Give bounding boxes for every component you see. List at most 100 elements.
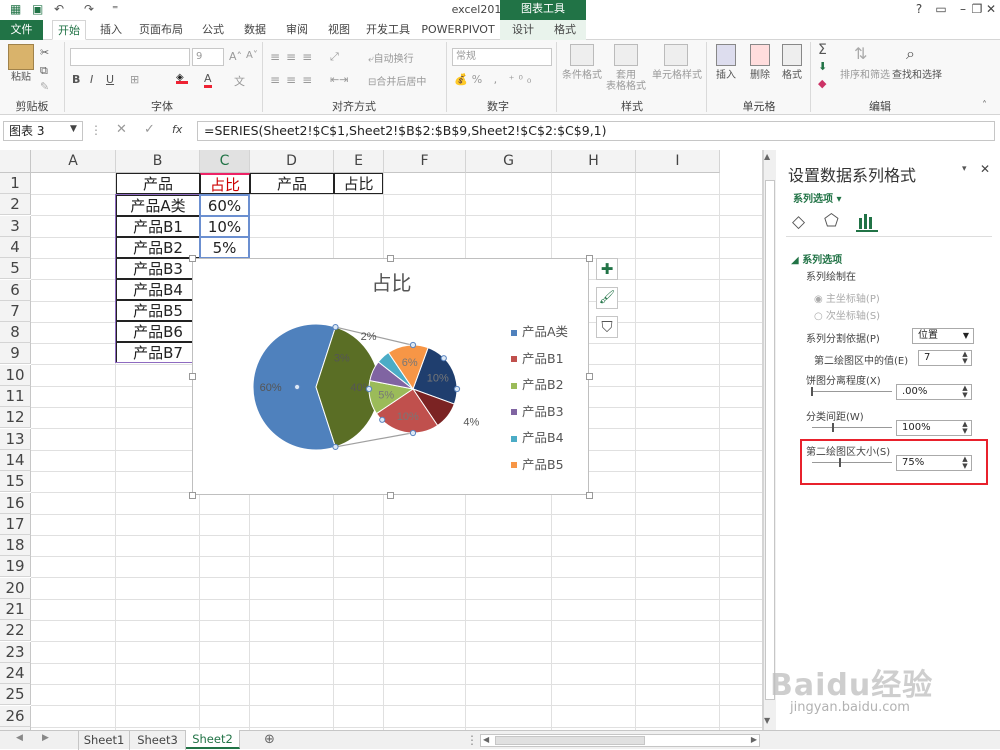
main-pie-data-label[interactable]: 60% [260,382,282,394]
orientation-icon[interactable]: ⤢ [330,50,339,64]
font-name-box[interactable] [70,48,190,66]
cell-style-icon[interactable] [664,44,688,66]
select-all-corner[interactable] [0,150,31,173]
chart-resize-handle[interactable] [387,492,394,499]
sheet-tab-sheet3[interactable]: Sheet3 [130,731,186,750]
series-options-dropdown[interactable]: 系列选项 ▾ [793,190,842,205]
explosion-slider[interactable] [811,387,892,396]
table-format-icon[interactable] [614,44,638,66]
close-button[interactable]: ✕ [980,2,1000,16]
chart-styles-button[interactable]: 🖌 [596,287,618,309]
row-header-5[interactable]: 5 [0,258,31,280]
cell-b2[interactable]: 产品A类 [116,195,200,216]
italic-icon[interactable]: I [90,73,93,86]
pane-close-button[interactable]: ✕ [980,162,990,176]
tab-view[interactable]: 视图 [322,20,356,40]
slider-thumb[interactable] [811,387,813,396]
secondary-pie-data-label[interactable]: 4% [463,417,479,429]
tab-review[interactable]: 审阅 [280,20,314,40]
sheet-tab-sheet2[interactable]: Sheet2 [186,730,240,749]
secondary-pie-data-label[interactable]: 5% [378,389,394,401]
secondary-pie-data-label[interactable]: 3% [334,353,350,365]
chart-resize-handle[interactable] [586,255,593,262]
vertical-align-icons[interactable]: ≡≡≡ [270,50,318,64]
fill-line-icon[interactable]: ◇ [792,212,805,232]
secondary-pie-data-label[interactable]: 6% [402,357,418,369]
legend-entry[interactable]: 产品B2 [511,374,591,401]
help-icon[interactable]: ? [908,2,930,16]
merge-center-button[interactable]: ⊟合并后居中 [368,73,426,88]
secondary-axis-radio[interactable]: ○ 次坐标轴(S) [814,307,880,322]
section-series-options[interactable]: ◢ 系列选项 [791,251,842,266]
row-header-24[interactable]: 24 [0,662,31,684]
cell-c3[interactable]: 10% [200,216,249,237]
cell-b6[interactable]: 产品B4 [116,279,200,300]
column-header-a[interactable]: A [31,150,116,173]
scroll-up-icon[interactable]: ▲ [764,152,770,161]
cell-b1[interactable]: 产品 [116,173,200,194]
chart-legend[interactable]: 产品A类 产品B1 产品B2 产品B3 产品B4 产品B5 [511,321,591,480]
phonetic-icon[interactable]: 文 [234,73,245,89]
enter-icon[interactable]: ✓ [144,122,155,137]
column-header-e[interactable]: E [334,150,384,173]
column-header-i[interactable]: I [636,150,720,173]
format-painter-icon[interactable]: ✎ [40,80,49,93]
row-header-16[interactable]: 16 [0,492,31,514]
second-plot-values-input[interactable]: 7 ▲ ▼ [918,350,972,366]
bold-icon[interactable]: B [72,73,80,86]
spinner-icon[interactable]: ▲ ▼ [960,421,970,435]
tab-page-layout[interactable]: 页面布局 [135,20,187,40]
fill-icon[interactable]: ⬇ [818,60,827,73]
row-header-1[interactable]: 1 [0,173,31,194]
conditional-format-label[interactable]: 条件格式 [560,70,604,81]
selection-handle[interactable] [379,416,386,423]
chart-filters-button[interactable]: ⛉ [596,316,618,338]
gap-width-input[interactable]: 100% ▲ ▼ [896,420,972,436]
format-cells-label[interactable]: 格式 [776,70,808,81]
new-sheet-icon[interactable]: ⊕ [264,732,275,747]
scroll-right-icon[interactable]: ▶ [751,735,757,744]
font-color-icon[interactable]: A [204,72,212,88]
gap-width-slider[interactable] [812,423,892,432]
row-header-21[interactable]: 21 [0,599,31,620]
second-plot-size-slider[interactable] [812,458,892,467]
sort-filter-icon[interactable]: ⇅ [854,44,867,63]
shrink-font-icon[interactable]: A˅ [246,50,258,61]
horizontal-align-icons[interactable]: ≡≡≡ [270,73,318,87]
row-header-25[interactable]: 25 [0,684,31,706]
primary-axis-radio[interactable]: ◉ 主坐标轴(P) [814,290,880,305]
column-header-f[interactable]: F [384,150,466,173]
insert-cells-icon[interactable] [716,44,736,66]
cell-b7[interactable]: 产品B5 [116,300,200,321]
column-header-h[interactable]: H [552,150,636,173]
row-header-26[interactable]: 26 [0,705,31,727]
spinner-icon[interactable]: ▲ ▼ [960,351,970,365]
tab-design[interactable]: 设计 [508,20,538,40]
cell-b3[interactable]: 产品B1 [116,216,200,237]
underline-icon[interactable]: U [106,73,114,86]
column-header-c[interactable]: C [200,150,250,173]
row-header-19[interactable]: 19 [0,556,31,578]
format-cells-icon[interactable] [782,44,802,66]
chart-resize-handle[interactable] [189,373,196,380]
delete-cells-label[interactable]: 删除 [744,70,776,81]
paste-label[interactable]: 粘贴 [6,72,36,83]
tab-insert[interactable]: 插入 [94,20,128,40]
tab-developer[interactable]: 开发工具 [363,20,413,40]
row-header-6[interactable]: 6 [0,279,31,301]
row-header-2[interactable]: 2 [0,194,31,216]
secondary-pie-data-label[interactable]: 2% [361,331,377,343]
autosum-icon[interactable]: Σ [818,42,827,58]
tab-data[interactable]: 数据 [238,20,272,40]
scroll-left-icon[interactable]: ◀ [483,735,489,744]
scroll-down-icon[interactable]: ▼ [764,716,770,725]
explosion-input[interactable]: .00% ▲ ▼ [896,384,972,400]
secondary-pie-data-label[interactable]: 10% [397,411,419,423]
legend-entry[interactable]: 产品B1 [511,348,591,375]
selection-handle[interactable] [453,385,461,393]
legend-entry[interactable]: 产品B3 [511,401,591,428]
chart-resize-handle[interactable] [189,255,196,262]
cell-b4[interactable]: 产品B2 [116,237,200,258]
selection-handle[interactable] [365,385,373,393]
font-size-box[interactable]: 9 [192,48,224,66]
